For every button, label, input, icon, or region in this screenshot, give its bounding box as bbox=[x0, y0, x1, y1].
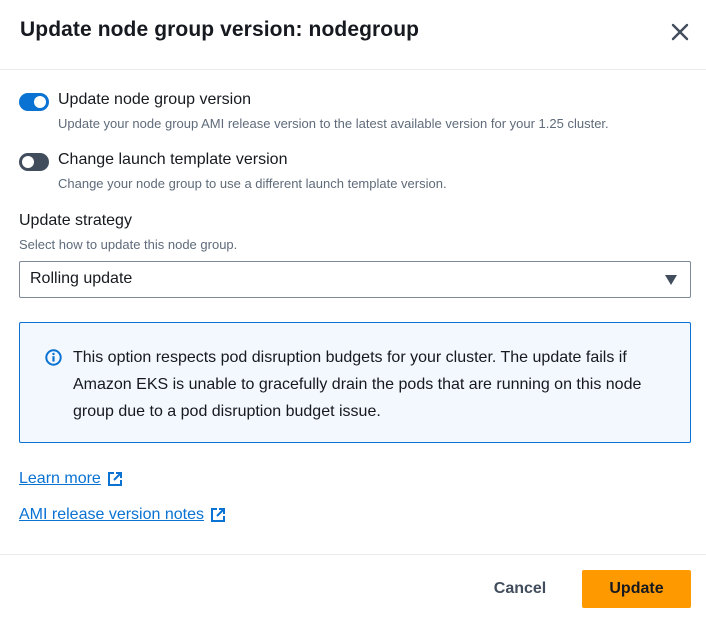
update-strategy-select[interactable]: Rolling update bbox=[19, 261, 691, 298]
info-alert-text: This option respects pod disruption budg… bbox=[73, 349, 642, 420]
modal-header: Update node group version: nodegroup bbox=[0, 0, 706, 70]
info-icon bbox=[45, 349, 62, 366]
caret-down-icon bbox=[665, 275, 677, 285]
update-strategy-label: Update strategy bbox=[19, 212, 132, 229]
toggle-knob bbox=[22, 156, 34, 168]
update-node-group-modal: Update node group version: nodegroup Upd… bbox=[0, 0, 706, 619]
ami-release-notes-link[interactable]: AMI release version notes bbox=[19, 506, 226, 524]
update-version-toggle[interactable] bbox=[19, 93, 49, 111]
update-version-label: Update node group version bbox=[58, 91, 252, 108]
ami-release-notes-label: AMI release version notes bbox=[19, 506, 204, 523]
update-strategy-description: Select how to update this node group. bbox=[19, 237, 238, 252]
cancel-button[interactable]: Cancel bbox=[480, 571, 560, 607]
modal-footer: Cancel Update bbox=[0, 554, 706, 619]
toggle-knob bbox=[34, 96, 46, 108]
modal-title: Update node group version: nodegroup bbox=[20, 18, 420, 41]
update-strategy-selected: Rolling update bbox=[30, 270, 133, 287]
launch-template-toggle[interactable] bbox=[19, 153, 49, 171]
launch-template-label: Change launch template version bbox=[58, 151, 288, 168]
close-icon bbox=[671, 23, 689, 41]
external-link-icon bbox=[107, 472, 122, 486]
update-button[interactable]: Update bbox=[582, 570, 691, 608]
close-button[interactable] bbox=[666, 18, 694, 46]
external-link-icon bbox=[210, 508, 225, 522]
info-alert: This option respects pod disruption budg… bbox=[19, 322, 691, 443]
learn-more-label: Learn more bbox=[19, 470, 101, 487]
launch-template-description: Change your node group to use a differen… bbox=[58, 176, 447, 191]
learn-more-link[interactable]: Learn more bbox=[19, 470, 123, 488]
update-version-description: Update your node group AMI release versi… bbox=[58, 116, 609, 131]
